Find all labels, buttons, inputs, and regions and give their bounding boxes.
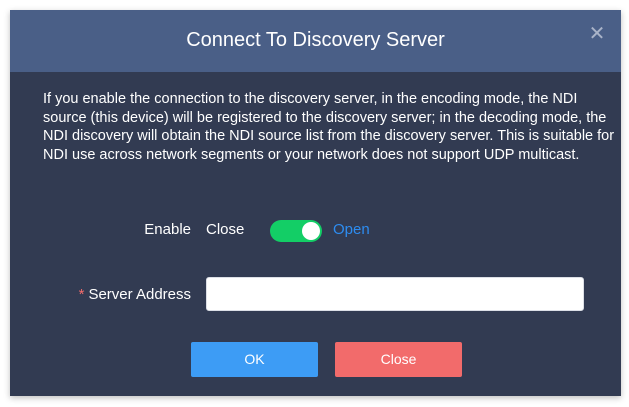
dialog-description: If you enable the connection to the disc… xyxy=(43,91,615,163)
server-address-input[interactable] xyxy=(206,277,584,311)
server-address-label-text: Server Address xyxy=(88,286,191,303)
close-icon[interactable]: ✕ xyxy=(587,24,607,44)
server-address-label: * Server Address xyxy=(40,285,191,305)
enable-row: Enable Close Open xyxy=(10,218,621,242)
ok-button[interactable]: OK xyxy=(191,342,318,377)
switch-off-text[interactable]: Close xyxy=(206,220,244,240)
dialog-header: Connect To Discovery Server ✕ xyxy=(10,10,621,72)
enable-label: Enable xyxy=(144,221,191,238)
enable-toggle[interactable] xyxy=(270,220,322,242)
dialog-title: Connect To Discovery Server xyxy=(186,29,445,51)
server-address-row: * Server Address xyxy=(10,277,621,313)
switch-on-text[interactable]: Open xyxy=(333,220,370,240)
connect-discovery-dialog: Connect To Discovery Server ✕ If you ena… xyxy=(10,10,621,396)
close-button[interactable]: Close xyxy=(335,342,462,377)
required-marker: * xyxy=(78,286,85,303)
toggle-knob xyxy=(302,222,320,240)
